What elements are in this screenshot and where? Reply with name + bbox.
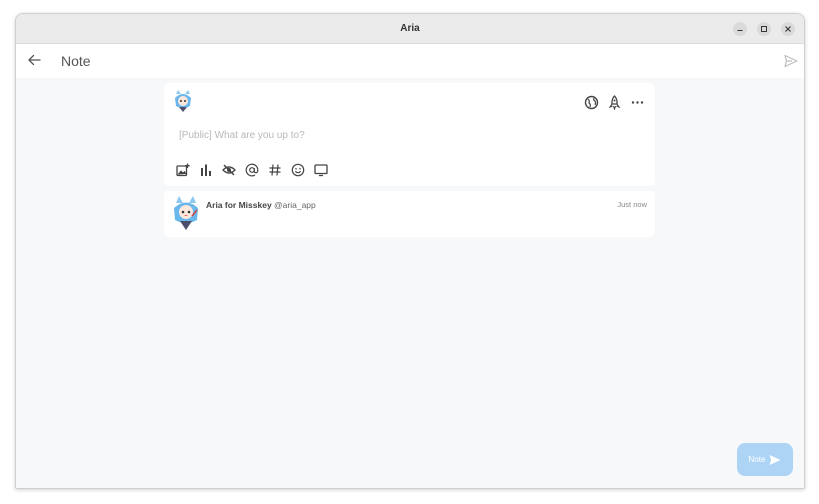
poll-icon[interactable] xyxy=(199,163,213,177)
note-timestamp: Just now xyxy=(617,200,647,209)
note-preview: Aria for Misskey @aria_app Just now xyxy=(164,191,655,237)
close-button[interactable] xyxy=(781,22,795,36)
hashtag-icon[interactable] xyxy=(268,163,282,177)
minimize-icon xyxy=(737,30,743,31)
emoji-icon[interactable] xyxy=(291,163,305,177)
eye-off-icon[interactable] xyxy=(222,163,236,177)
author-line: Aria for Misskey @aria_app xyxy=(206,200,316,210)
maximize-icon xyxy=(761,26,767,32)
more-horizontal-icon[interactable] xyxy=(630,95,645,110)
app-bar: Note xyxy=(16,44,804,78)
title-bar: Aria xyxy=(16,14,804,44)
rocket-icon[interactable] xyxy=(607,95,622,110)
minimize-button[interactable] xyxy=(733,22,747,36)
author-name: Aria for Misskey xyxy=(206,200,272,210)
globe-icon[interactable] xyxy=(584,95,599,110)
window-title: Aria xyxy=(400,23,420,34)
add-image-icon[interactable] xyxy=(176,163,190,177)
avatar[interactable] xyxy=(173,90,193,112)
author-handle: @aria_app xyxy=(274,200,316,210)
send-icon[interactable] xyxy=(784,54,798,68)
compose-toolbar xyxy=(176,163,328,177)
avatar xyxy=(172,196,200,230)
close-icon xyxy=(785,26,791,32)
arrow-left-icon[interactable] xyxy=(26,52,42,68)
page-title: Note xyxy=(61,53,91,69)
compose-card: [Public] What are you up to? xyxy=(164,83,655,186)
monitor-icon[interactable] xyxy=(314,163,328,177)
maximize-button[interactable] xyxy=(757,22,771,36)
mention-icon[interactable] xyxy=(245,163,259,177)
note-input[interactable]: [Public] What are you up to? xyxy=(179,130,305,141)
note-submit-label: Note xyxy=(748,455,766,464)
send-icon xyxy=(769,454,781,465)
app-window: Aria Note [Public] What are you up to? A… xyxy=(15,13,805,489)
note-submit-button[interactable]: Note xyxy=(737,443,793,476)
